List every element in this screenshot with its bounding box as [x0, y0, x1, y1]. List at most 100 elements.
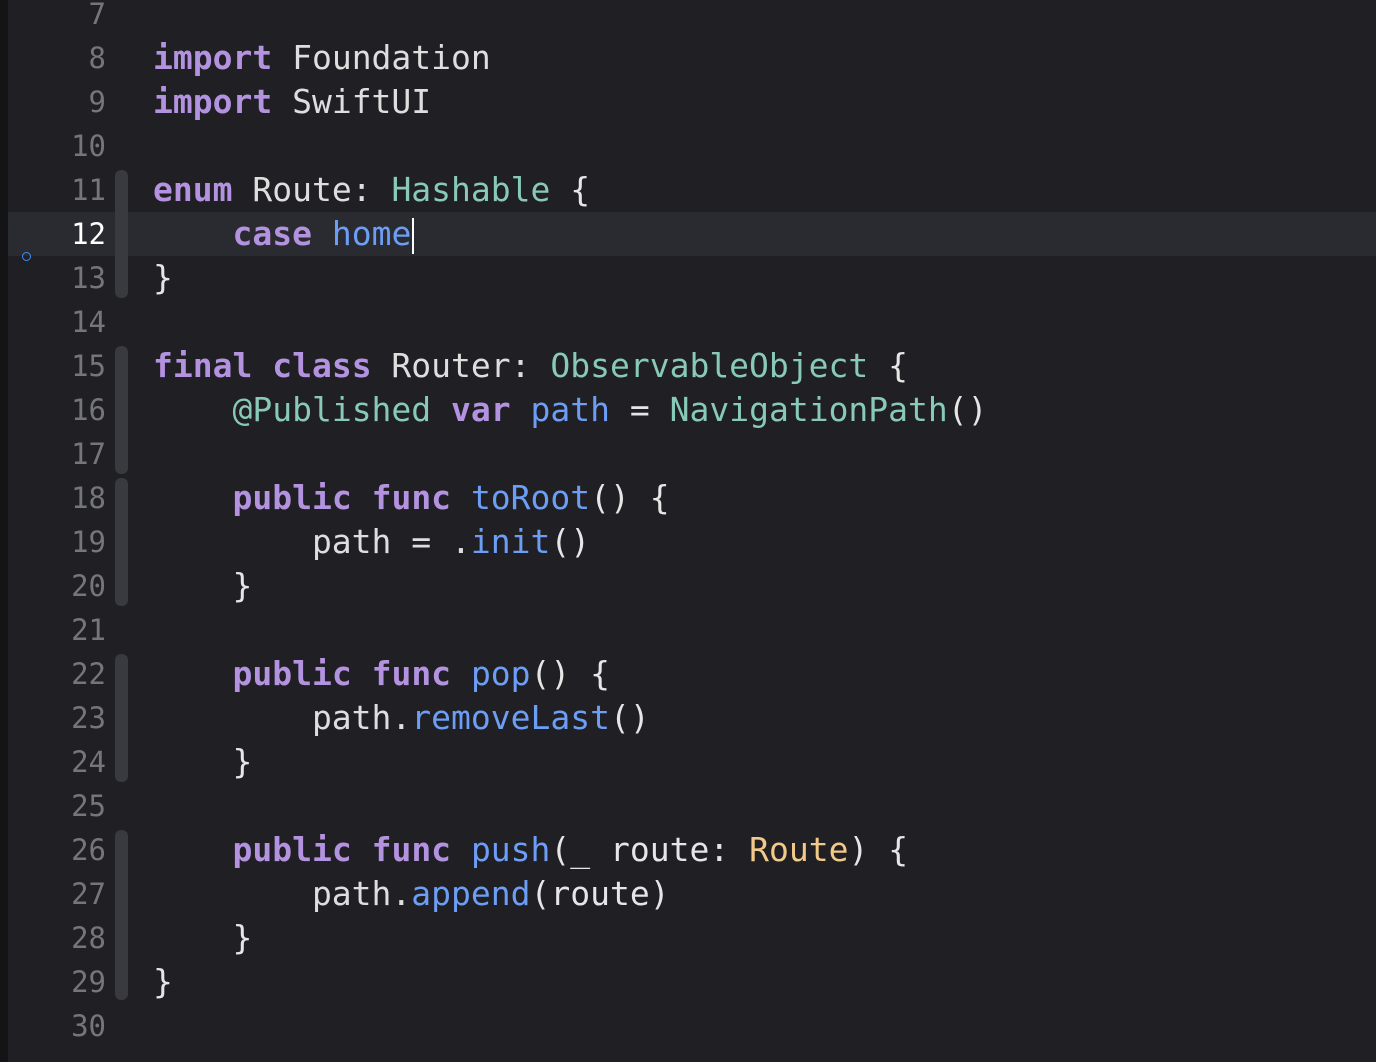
code-line[interactable]: 30: [0, 1004, 1376, 1048]
code-line[interactable]: 7: [0, 0, 1376, 36]
line-number: 8: [88, 41, 106, 75]
code-token: () {: [530, 654, 611, 693]
code-token: import: [153, 38, 273, 77]
line-number: 23: [71, 701, 106, 735]
code-token: Route:: [232, 170, 392, 209]
code-token: (): [609, 698, 650, 737]
code-line[interactable]: 28 }: [0, 916, 1376, 960]
line-number: 18: [71, 481, 106, 515]
code-text[interactable]: import SwiftUI: [153, 80, 431, 124]
code-token: {: [868, 346, 909, 385]
code-text[interactable]: case home: [153, 212, 415, 256]
line-number: 13: [71, 261, 106, 295]
code-token: case: [232, 214, 312, 253]
code-line[interactable]: 25: [0, 784, 1376, 828]
line-number: 17: [71, 437, 106, 471]
line-number: 10: [71, 129, 106, 163]
code-text[interactable]: path.append(route): [153, 872, 670, 916]
line-number: 9: [88, 85, 106, 119]
line-number: 19: [71, 525, 106, 559]
line-number: 29: [71, 965, 106, 999]
code-line[interactable]: 19 path = .init(): [0, 520, 1376, 564]
code-token: toRoot: [470, 478, 591, 517]
code-text[interactable]: import Foundation: [153, 36, 491, 80]
code-token: }: [153, 742, 253, 781]
code-text[interactable]: public func pop() {: [153, 652, 610, 696]
code-text[interactable]: public func toRoot() {: [153, 476, 670, 520]
code-token: }: [153, 566, 253, 605]
code-line[interactable]: 24 }: [0, 740, 1376, 784]
code-token: path.: [153, 698, 412, 737]
line-number: 25: [71, 789, 106, 823]
code-token: (): [550, 522, 591, 561]
code-token: NavigationPath: [669, 390, 948, 429]
code-token: (): [947, 390, 988, 429]
line-number: 11: [71, 173, 106, 207]
code-token: removeLast: [411, 698, 610, 737]
code-line[interactable]: 22 public func pop() {: [0, 652, 1376, 696]
code-token: var: [451, 390, 511, 429]
code-token: Route: [749, 830, 849, 869]
code-line[interactable]: 18 public func toRoot() {: [0, 476, 1376, 520]
text-cursor: [412, 217, 415, 254]
code-text[interactable]: }: [153, 564, 252, 608]
code-line[interactable]: 27 path.append(route): [0, 872, 1376, 916]
code-line[interactable]: 17: [0, 432, 1376, 476]
code-token: SwiftUI: [272, 82, 432, 121]
code-token: public: [232, 830, 352, 869]
code-token: =: [610, 390, 670, 429]
code-line[interactable]: 13}: [0, 256, 1376, 300]
code-line[interactable]: 15 final class Router: ObservableObject {: [0, 344, 1376, 388]
code-token: @Published: [232, 390, 432, 429]
code-line[interactable]: 21: [0, 608, 1376, 652]
code-text[interactable]: path = .init(): [153, 520, 590, 564]
code-line[interactable]: 26 public func push(_ route: Route) {: [0, 828, 1376, 872]
code-token: append: [411, 874, 531, 913]
line-number: 30: [71, 1009, 106, 1043]
code-token: }: [153, 258, 173, 297]
code-line[interactable]: 20 }: [0, 564, 1376, 608]
code-token: Router:: [371, 346, 551, 385]
code-text[interactable]: @Published var path = NavigationPath(): [153, 388, 988, 432]
line-number: 20: [71, 569, 106, 603]
code-text[interactable]: path.removeLast(): [153, 696, 650, 740]
code-token: enum: [153, 170, 233, 209]
code-token: () {: [590, 478, 670, 517]
line-number: 28: [71, 921, 106, 955]
code-editor[interactable]: 7 8 import Foundation 9 import SwiftUI 10 11 en…: [0, 0, 1376, 1062]
code-line[interactable]: 8 import Foundation: [0, 36, 1376, 80]
line-number: 14: [71, 305, 106, 339]
code-text[interactable]: enum Route: Hashable {: [153, 168, 590, 212]
code-text[interactable]: }: [153, 960, 173, 1004]
code-text[interactable]: final class Router: ObservableObject {: [153, 344, 908, 388]
code-token: push: [470, 830, 551, 869]
code-line[interactable]: 16 @Published var path = NavigationPath(…: [0, 388, 1376, 432]
code-token: (route): [530, 874, 670, 913]
code-line[interactable]: 14: [0, 300, 1376, 344]
code-token: }: [153, 918, 253, 957]
code-line[interactable]: 9 import SwiftUI: [0, 80, 1376, 124]
code-token: public: [232, 478, 352, 517]
code-text[interactable]: }: [153, 256, 173, 300]
code-token: home: [331, 214, 412, 253]
code-text[interactable]: }: [153, 916, 252, 960]
code-line[interactable]: 12 case home: [0, 212, 1376, 256]
code-token: }: [153, 962, 173, 1001]
code-line[interactable]: 29}: [0, 960, 1376, 1004]
code-token: path.: [153, 874, 412, 913]
code-line[interactable]: 23 path.removeLast(): [0, 696, 1376, 740]
code-line[interactable]: 10: [0, 124, 1376, 168]
code-token: Foundation: [272, 38, 491, 77]
code-text[interactable]: }: [153, 740, 252, 784]
code-line[interactable]: 11 enum Route: Hashable {: [0, 168, 1376, 212]
code-text[interactable]: public func push(_ route: Route) {: [153, 828, 908, 872]
